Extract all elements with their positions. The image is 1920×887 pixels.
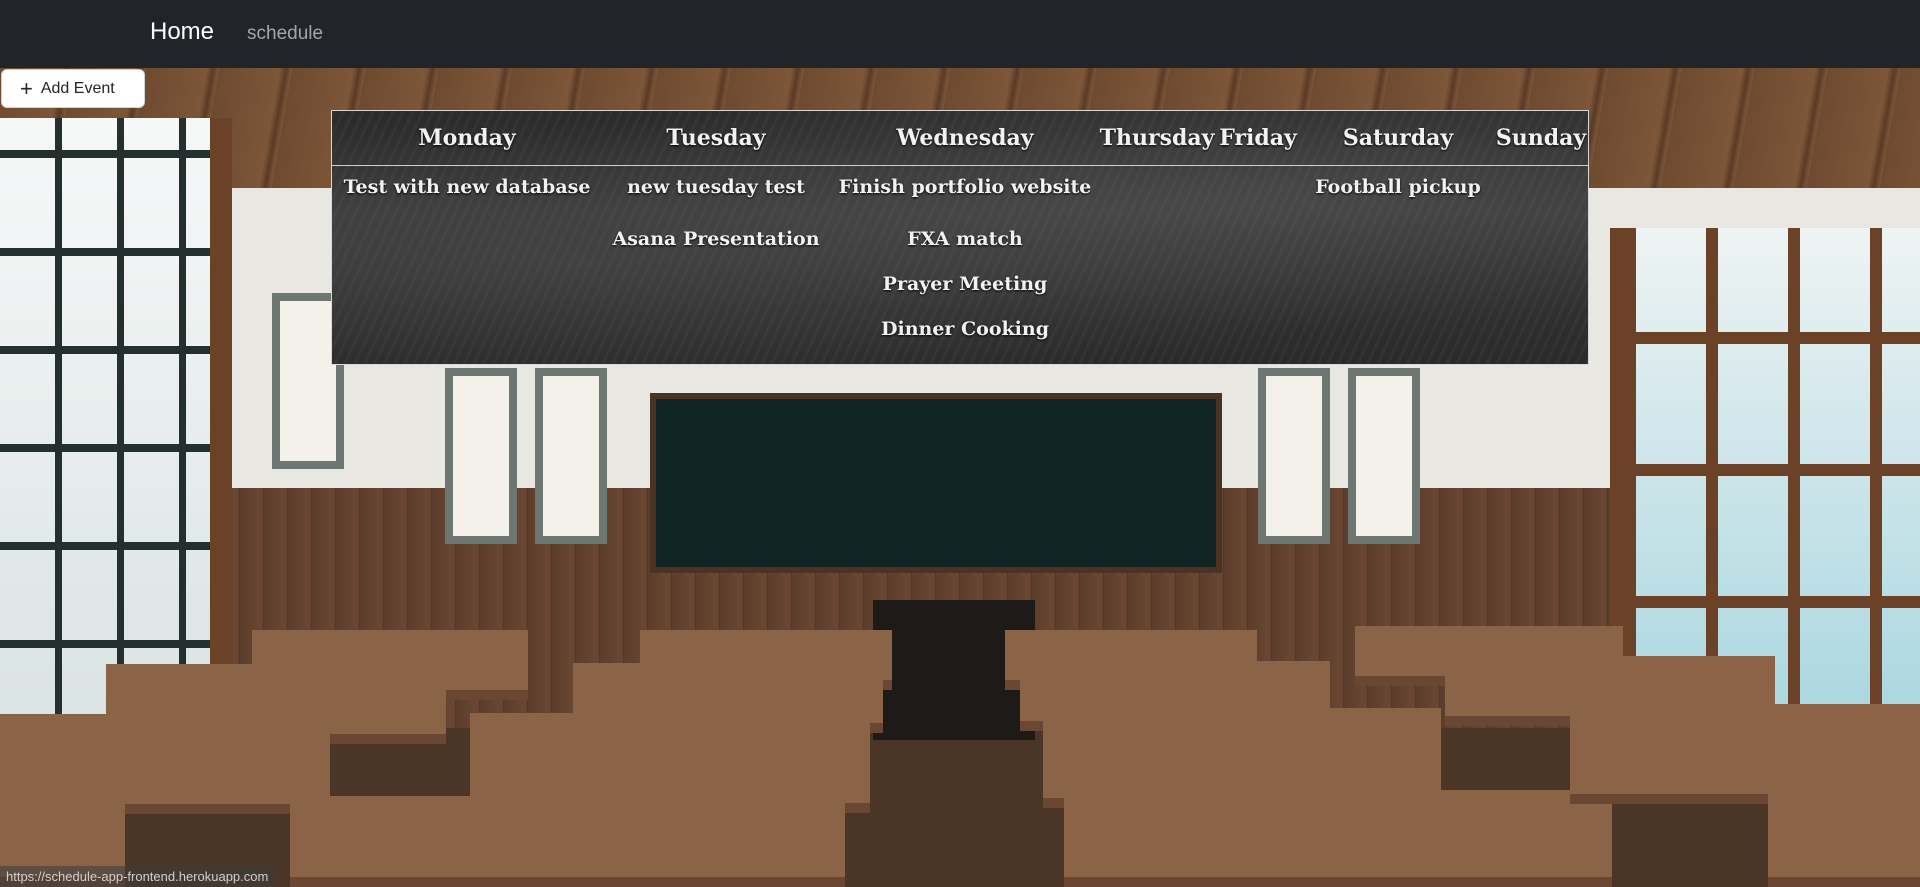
blackboard (650, 393, 1222, 573)
home-link[interactable]: Home (150, 18, 214, 46)
day-column-saturday: Football pickup (1315, 165, 1481, 209)
day-header-monday: Monday (418, 125, 516, 151)
hanging-scroll (535, 368, 607, 544)
event-item[interactable]: FXA match (839, 209, 1092, 254)
add-event-button[interactable]: + Add Event (1, 69, 145, 108)
day-header-tuesday: Tuesday (666, 125, 766, 151)
hanging-scroll (445, 368, 517, 544)
event-item[interactable]: Test with new database (344, 165, 591, 209)
event-item[interactable]: Dinner Cooking (839, 299, 1092, 344)
event-item[interactable]: Football pickup (1315, 165, 1481, 209)
weekly-schedule-board: Monday Tuesday Wednesday Thursday Friday… (331, 110, 1589, 365)
day-column-tuesday: new tuesday test Asana Presentation (612, 165, 819, 254)
day-column-monday: Test with new database (344, 165, 591, 209)
status-bar-url: https://schedule-app-frontend.herokuapp.… (0, 866, 275, 887)
day-header-saturday: Saturday (1342, 125, 1454, 151)
add-event-label: Add Event (40, 79, 115, 97)
day-header-wednesday: Wednesday (896, 125, 1034, 151)
event-item[interactable]: Asana Presentation (612, 209, 819, 254)
hanging-scroll (1348, 368, 1420, 544)
day-column-wednesday: Finish portfolio website FXA match Praye… (839, 165, 1092, 344)
day-header-row: Monday Tuesday Wednesday Thursday Friday… (332, 111, 1588, 166)
desk (1064, 790, 1612, 887)
right-window (1610, 228, 1920, 728)
plus-icon: + (20, 75, 33, 101)
desk (290, 796, 845, 887)
day-header-friday: Friday (1219, 125, 1297, 151)
top-navbar: Home schedule (0, 0, 1920, 68)
nav-link-schedule[interactable]: schedule (247, 23, 323, 45)
hanging-scroll (1258, 368, 1330, 544)
day-header-thursday: Thursday (1099, 125, 1215, 151)
day-header-sunday: Sunday (1495, 125, 1587, 151)
event-item[interactable]: new tuesday test (612, 165, 819, 209)
event-item[interactable]: Prayer Meeting (839, 254, 1092, 299)
desk (1768, 786, 1920, 887)
left-window (0, 118, 232, 738)
event-item[interactable]: Finish portfolio website (839, 165, 1092, 209)
